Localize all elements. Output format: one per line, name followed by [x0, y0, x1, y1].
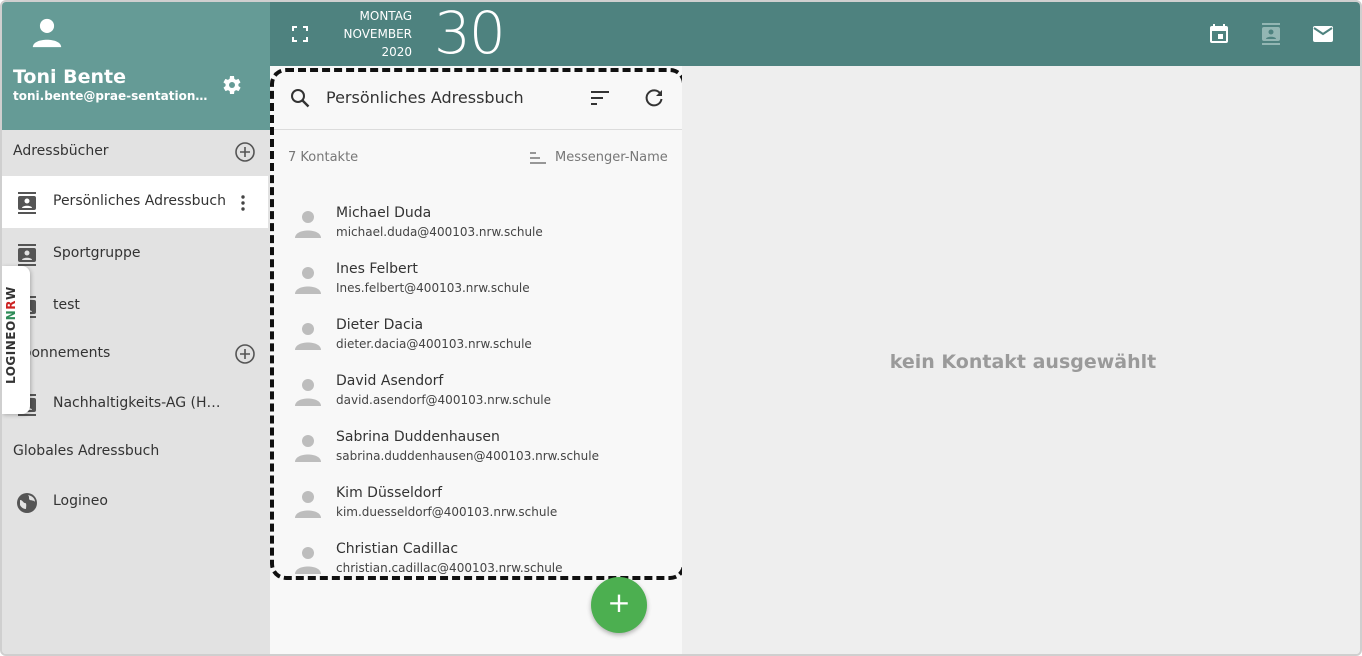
user-panel: Toni Bente toni.bente@prae-sentation.nrw…	[2, 2, 270, 130]
person-icon	[32, 18, 62, 48]
contact-book-icon	[18, 192, 36, 214]
sidebar-item-sportgruppe[interactable]: Sportgruppe	[2, 228, 268, 280]
more-vert-icon[interactable]	[231, 191, 255, 215]
contact-email: dieter.dacia@400103.nrw.schule	[336, 337, 532, 351]
user-name: Toni Bente	[13, 66, 127, 88]
sidebar-item-logineo[interactable]: Logineo	[2, 476, 268, 528]
contact-avatar-icon	[295, 547, 321, 574]
date-year: 2020	[381, 45, 412, 59]
contacts-icon[interactable]	[1259, 22, 1283, 46]
user-email: toni.bente@prae-sentation.nrw.schule	[13, 89, 208, 103]
add-circle-icon[interactable]	[233, 140, 257, 164]
date-weekday: MONTAG	[359, 9, 412, 23]
contact-avatar-icon	[295, 435, 321, 462]
date-text: MONTAG NOVEMBER 2020	[330, 7, 412, 61]
contact-count: 7 Kontakte	[288, 150, 359, 165]
list-item[interactable]: Dieter Dacia dieter.dacia@400103.nrw.sch…	[270, 306, 682, 362]
sidebar-item-label: test	[53, 297, 80, 313]
logineo-nrw-badge[interactable]: LOGINEONRW	[2, 266, 30, 414]
contact-name: Michael Duda	[336, 205, 432, 221]
list-item[interactable]: Kim Düsseldorf kim.duesseldorf@400103.nr…	[270, 474, 682, 530]
contact-avatar-icon	[295, 323, 321, 350]
gear-icon[interactable]	[219, 73, 243, 97]
contact-name: Kim Düsseldorf	[336, 485, 443, 501]
calendar-icon[interactable]	[1207, 22, 1231, 46]
sidebar-item-label: Logineo	[53, 493, 108, 509]
top-bar: MONTAG NOVEMBER 2020 30	[270, 0, 1360, 67]
contact-name: Christian Cadillac	[336, 541, 459, 557]
sidebar-item-persoenliches-adressbuch[interactable]: Persönliches Adressbuch	[2, 176, 268, 228]
contact-name: David Asendorf	[336, 373, 444, 389]
refresh-icon[interactable]	[642, 86, 666, 110]
section-adressbuecher: Adressbücher	[2, 130, 270, 174]
contact-name: Dieter Dacia	[336, 317, 424, 333]
contact-avatar-icon	[295, 211, 321, 238]
section-label: Globales Adressbuch	[13, 443, 160, 459]
contact-email: christian.cadillac@400103.nrw.schule	[336, 561, 563, 575]
app-window: Toni Bente toni.bente@prae-sentation.nrw…	[0, 0, 1362, 656]
contact-avatar-icon	[295, 491, 321, 518]
contact-email: michael.duda@400103.nrw.schule	[336, 225, 543, 239]
list-item[interactable]: Sabrina Duddenhausen sabrina.duddenhause…	[270, 418, 682, 474]
contact-detail-panel: kein Kontakt ausgewählt	[682, 66, 1360, 654]
contact-email: david.asendorf@400103.nrw.schule	[336, 393, 552, 407]
sort-icon[interactable]	[588, 86, 612, 110]
contact-avatar-icon	[295, 379, 321, 406]
search-row: Persönliches Adressbuch	[270, 66, 682, 130]
list-item[interactable]: Michael Duda michael.duda@400103.nrw.sch…	[270, 194, 682, 250]
section-globales-adressbuch: Globales Adressbuch	[2, 430, 270, 474]
sort-mode-label: Messenger-Name	[555, 150, 668, 165]
list-item[interactable]: David Asendorf david.asendorf@400103.nrw…	[270, 362, 682, 418]
contact-name: Ines Felbert	[336, 261, 418, 277]
mail-icon[interactable]	[1311, 22, 1335, 46]
sidebar-item-label: Nachhaltigkeits-AG (Heinrich)	[53, 395, 228, 411]
contact-email: kim.duesseldorf@400103.nrw.schule	[336, 505, 558, 519]
contact-email: Ines.felbert@400103.nrw.schule	[336, 281, 530, 295]
sidebar-item-test[interactable]: test	[2, 280, 268, 332]
sort-lines-icon	[530, 152, 546, 164]
contact-avatar-icon	[295, 267, 321, 294]
date-day: 30	[434, 0, 506, 67]
list-item[interactable]: Ines Felbert Ines.felbert@400103.nrw.sch…	[270, 250, 682, 306]
logineo-logo: LOGINEONRW	[4, 286, 18, 384]
empty-state-message: kein Kontakt ausgewählt	[889, 351, 1157, 373]
fullscreen-icon[interactable]	[290, 24, 310, 44]
sidebar-item-label: Sportgruppe	[53, 245, 141, 261]
add-contact-button[interactable]: +	[591, 577, 647, 633]
contact-name: Sabrina Duddenhausen	[336, 429, 500, 445]
section-abonnements: Abonnements	[2, 332, 270, 376]
sidebar: Toni Bente toni.bente@prae-sentation.nrw…	[2, 2, 270, 654]
search-icon[interactable]	[288, 86, 312, 110]
contact-list-panel: Persönliches Adressbuch 7 Kontakte Messe…	[270, 66, 682, 654]
section-label: Adressbücher	[13, 143, 109, 159]
contact-email: sabrina.duddenhausen@400103.nrw.schule	[336, 449, 599, 463]
addressbook-title: Persönliches Adressbuch	[326, 88, 524, 107]
globe-icon	[17, 493, 37, 513]
date-month: NOVEMBER	[343, 27, 412, 41]
sidebar-item-label: Persönliches Adressbuch	[53, 193, 226, 209]
list-item[interactable]: Christian Cadillac christian.cadillac@40…	[270, 530, 682, 576]
contact-list: Michael Duda michael.duda@400103.nrw.sch…	[270, 194, 682, 576]
sidebar-item-nachhaltigkeits-ag[interactable]: Nachhaltigkeits-AG (Heinrich)	[2, 378, 268, 430]
add-contact-button-label: +	[607, 586, 631, 619]
add-circle-icon[interactable]	[233, 342, 257, 366]
